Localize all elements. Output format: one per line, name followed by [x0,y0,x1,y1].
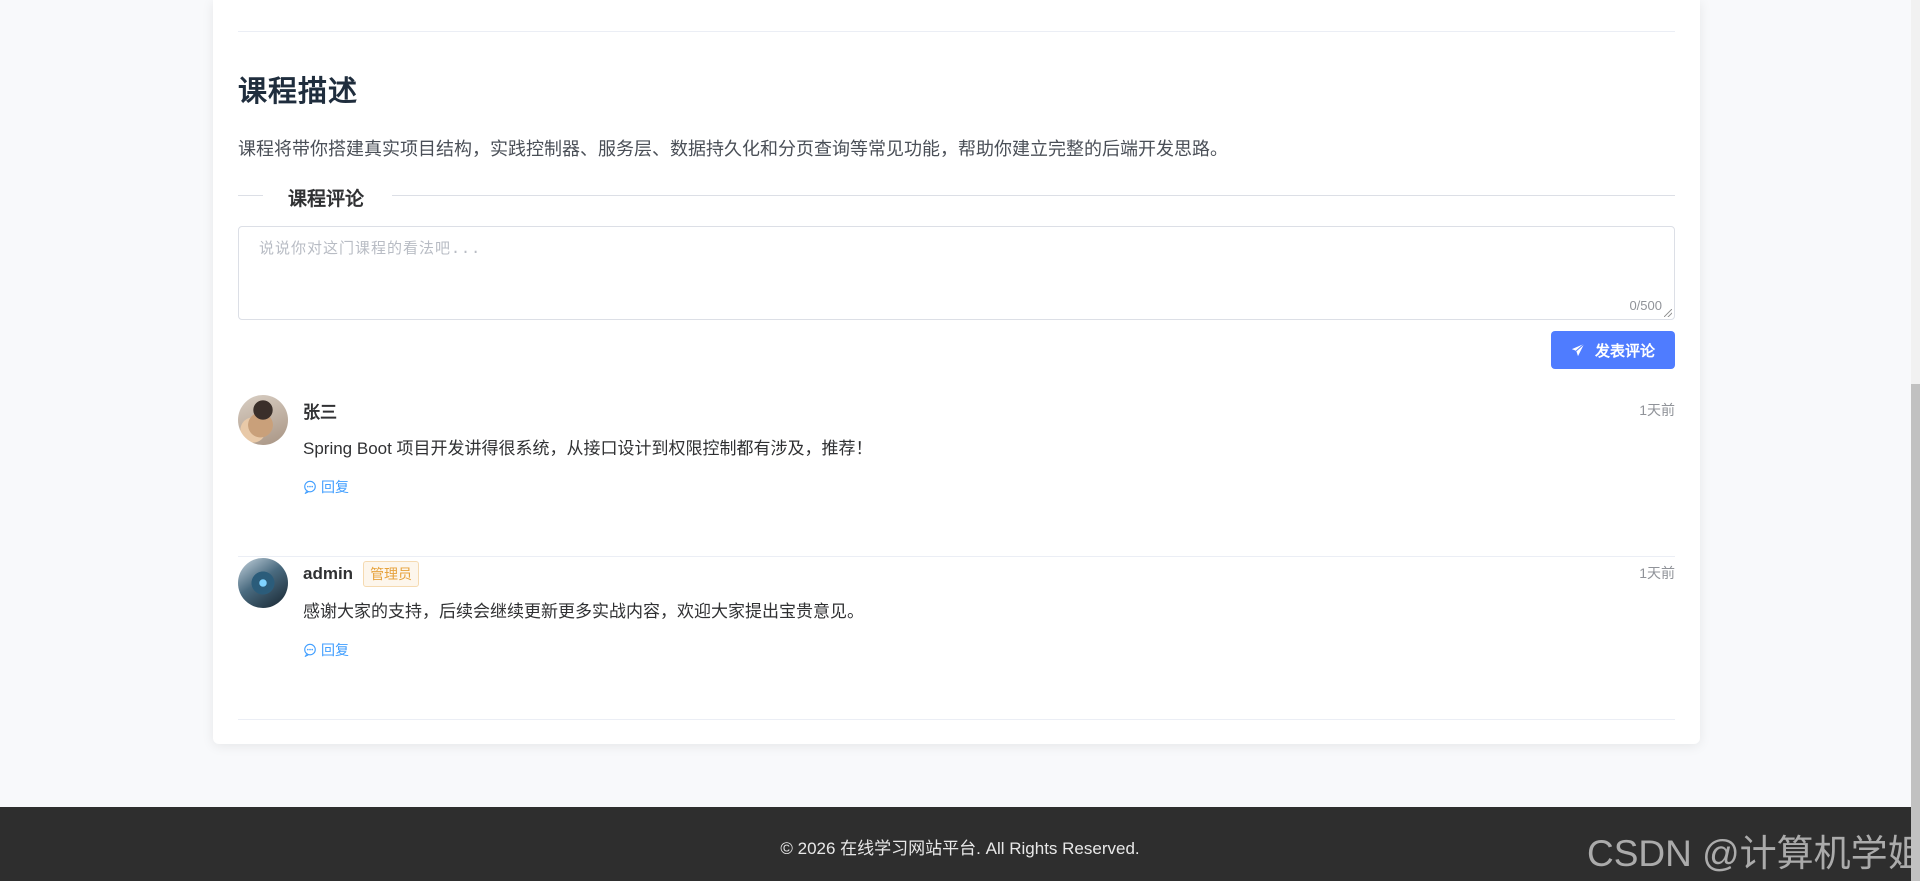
comment-author: 张三 [303,403,337,422]
reply-button[interactable]: 回复 [303,477,349,497]
comment-input[interactable] [239,227,1674,319]
comment-item: admin 管理员 1天前 感谢大家的支持，后续会继续更新更多实战内容，欢迎大家… [238,557,1675,720]
reply-label: 回复 [321,642,349,658]
comment-author: admin [303,564,354,583]
scrollbar-thumb[interactable] [1911,384,1920,881]
scrollbar-track[interactable] [1911,0,1920,881]
avatar[interactable] [238,558,288,608]
divider-line-left [238,195,263,196]
chat-bubble-icon [304,643,316,657]
chat-bubble-icon [304,480,316,494]
reply-button[interactable]: 回复 [303,640,349,660]
comment-time: 1天前 [1639,565,1675,581]
divider-line-right [392,195,1675,196]
reply-label: 回复 [321,479,349,495]
top-divider [238,31,1675,32]
admin-badge: 管理员 [363,561,420,587]
course-detail-card: 课程描述 课程将带你搭建真实项目结构，实践控制器、服务层、数据持久化和分页查询等… [213,0,1700,744]
description-text: 课程将带你搭建真实项目结构，实践控制器、服务层、数据持久化和分页查询等常见功能，… [238,139,1228,159]
comments-section-title: 课程评论 [288,189,365,210]
description-title: 课程描述 [238,76,359,108]
submit-comment-button[interactable]: 发表评论 [1551,331,1675,369]
watermark: CSDN @计算机学姐 [1587,833,1920,874]
submit-comment-label: 发表评论 [1594,342,1655,360]
avatar[interactable] [238,395,288,445]
comment-time: 1天前 [1639,402,1675,418]
comment-item: 张三 1天前 Spring Boot 项目开发讲得很系统，从接口设计到权限控制都… [238,394,1675,557]
comments-divider: 课程评论 [238,184,1675,210]
paper-plane-icon [1571,343,1585,357]
comment-content: Spring Boot 项目开发讲得很系统，从接口设计到权限控制都有涉及，推荐！ [303,439,873,458]
page: 课程描述 课程将带你搭建真实项目结构，实践控制器、服务层、数据持久化和分页查询等… [0,0,1920,881]
comment-author-row: admin 管理员 [303,561,420,587]
char-count: 0/500 [1629,298,1662,313]
comment-input-wrapper: 0/500 [238,226,1675,320]
comment-author-row: 张三 [303,398,337,423]
resize-handle[interactable] [1664,309,1672,317]
comment-content: 感谢大家的支持，后续会继续更新更多实战内容，欢迎大家提出宝贵意见。 [303,602,864,621]
